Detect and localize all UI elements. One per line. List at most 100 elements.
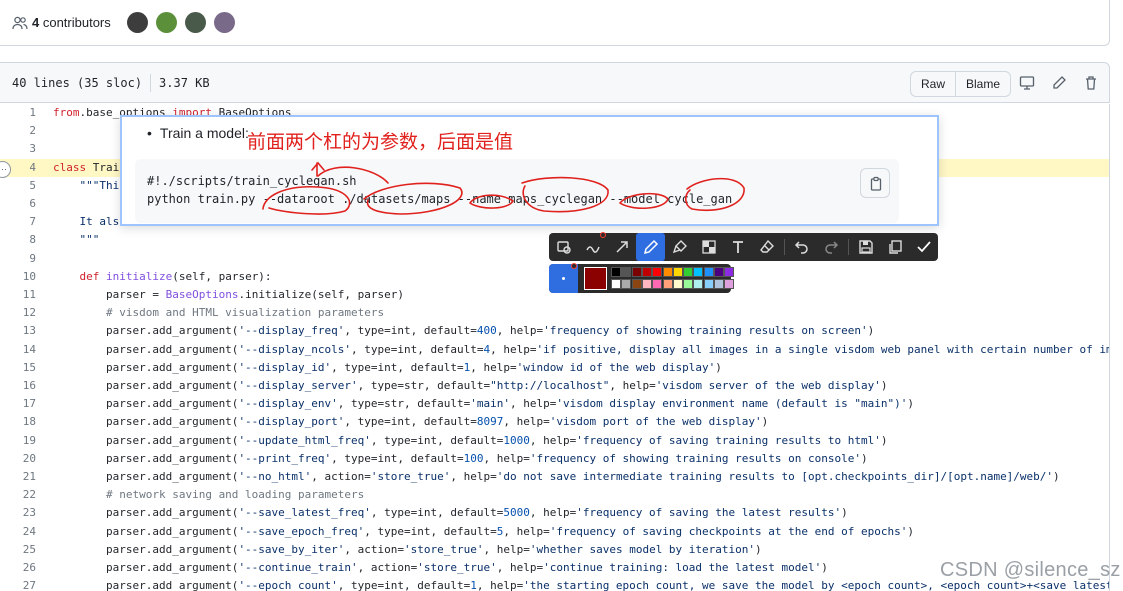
color-swatch[interactable] [662, 278, 673, 289]
code-text: parser.add_argument('--update_html_freq'… [53, 433, 888, 447]
file-header: 40 lines (35 sloc) 3.37 KB Raw Blame [0, 62, 1110, 103]
color-swatch[interactable] [641, 278, 652, 289]
line-number[interactable]: 26 [0, 559, 36, 577]
eraser-tool[interactable] [752, 233, 781, 261]
color-swatch[interactable] [621, 278, 632, 289]
color-swatch[interactable] [693, 267, 704, 277]
marker-tool[interactable] [665, 233, 694, 261]
clipboard-icon [870, 176, 882, 191]
popup-bullet: Train a model: [147, 125, 249, 141]
eraser-icon [760, 239, 774, 253]
line-number[interactable]: 3 [0, 140, 36, 158]
code-text: # network saving and loading parameters [53, 488, 365, 502]
copy-button[interactable] [860, 168, 890, 198]
color-swatch[interactable] [703, 267, 714, 277]
copy-tool-button[interactable] [880, 233, 909, 261]
code-text: parser.add_argument('--save_latest_freq'… [53, 506, 848, 520]
mosaic-tool[interactable] [694, 233, 723, 261]
line-number[interactable]: 2 [0, 122, 36, 140]
line-number[interactable]: 17 [0, 395, 36, 413]
code-line: 15 parser.add_argument('--display_id', t… [0, 359, 1109, 377]
line-number[interactable]: 23 [0, 504, 36, 522]
color-swatch[interactable] [703, 278, 714, 289]
color-swatch[interactable] [724, 267, 735, 277]
desktop-icon[interactable] [1019, 75, 1035, 91]
annotation-toolbar [549, 232, 938, 261]
color-swatch[interactable] [621, 267, 632, 277]
save-icon [859, 240, 873, 254]
line-number[interactable]: 8 [0, 231, 36, 249]
color-swatch[interactable] [693, 278, 704, 289]
color-swatch[interactable] [714, 267, 724, 277]
color-swatch[interactable] [652, 278, 663, 289]
color-swatch[interactable] [724, 278, 735, 289]
color-swatch[interactable] [611, 267, 621, 277]
code-text: parser.add_argument('--display_server', … [53, 379, 888, 392]
code-text: parser.add_argument('--display_env', typ… [53, 397, 914, 411]
check-icon [917, 241, 931, 253]
line-number[interactable]: 10 [0, 268, 36, 286]
line-number[interactable]: 27 [0, 577, 36, 591]
line-number[interactable]: 24 [0, 523, 36, 541]
undo-button[interactable] [787, 233, 816, 261]
readme-popup: Train a model: #!./scripts/train_cyclega… [120, 115, 939, 226]
line-number[interactable]: 21 [0, 468, 36, 486]
pencil-icon[interactable] [1051, 75, 1067, 91]
redo-button[interactable] [816, 233, 845, 261]
line-number[interactable]: 15 [0, 359, 36, 377]
code-text: parser.add_argument('--display_freq', ty… [53, 324, 875, 338]
line-number[interactable]: 9 [0, 250, 36, 268]
color-swatch[interactable] [683, 278, 694, 289]
color-swatch[interactable] [672, 267, 683, 277]
line-number[interactable]: 13 [0, 322, 36, 340]
line-number[interactable]: 18 [0, 413, 36, 431]
avatar[interactable] [126, 12, 148, 33]
pen-tool[interactable] [636, 233, 665, 261]
line-number[interactable]: 14 [0, 341, 36, 359]
popup-code-block: #!./scripts/train_cyclegan.sh python tra… [135, 159, 899, 223]
color-swatch[interactable] [714, 278, 724, 289]
undo-icon [794, 241, 808, 254]
line-number[interactable]: 6 [0, 195, 36, 213]
avatar[interactable] [184, 12, 206, 33]
line-number[interactable]: 5 [0, 177, 36, 195]
arrow-tool[interactable] [607, 233, 636, 261]
line-number[interactable]: 22 [0, 486, 36, 504]
text-tool[interactable] [723, 233, 752, 261]
blame-button[interactable]: Blame [955, 72, 1010, 96]
color-swatch[interactable] [631, 267, 642, 277]
code-line: 18 parser.add_argument('--display_port',… [0, 413, 1109, 431]
code-text: parser.add_argument('--display_port', ty… [53, 415, 769, 429]
line-number[interactable]: 11 [0, 286, 36, 304]
color-swatch[interactable] [611, 278, 621, 289]
code-line: 25 parser.add_argument('--save_by_iter',… [0, 541, 1109, 559]
raw-button[interactable]: Raw [911, 72, 955, 96]
current-color[interactable] [584, 267, 607, 290]
line-number[interactable]: 7 [0, 213, 36, 231]
mosaic-icon [702, 240, 716, 254]
avatar[interactable] [213, 12, 235, 33]
trash-icon[interactable] [1083, 75, 1099, 91]
line-number[interactable]: 20 [0, 450, 36, 468]
color-swatch[interactable] [662, 267, 673, 277]
line-number[interactable]: 12 [0, 304, 36, 322]
color-swatch[interactable] [631, 278, 642, 289]
rectangle-tool[interactable] [549, 233, 578, 261]
contributors-count[interactable]: 4 contributors [32, 15, 111, 30]
avatar[interactable] [155, 12, 177, 33]
color-palette [549, 263, 735, 293]
pen-icon [643, 239, 659, 255]
line-number[interactable]: 19 [0, 432, 36, 450]
line-number[interactable]: 1 [0, 104, 36, 122]
save-button[interactable] [851, 233, 880, 261]
color-swatch[interactable] [672, 278, 683, 289]
line-number[interactable]: 16 [0, 377, 36, 395]
color-swatch[interactable] [683, 267, 694, 277]
code-text: class Trai [53, 160, 120, 174]
color-swatch[interactable] [641, 267, 652, 277]
line-number[interactable]: 25 [0, 541, 36, 559]
confirm-button[interactable] [909, 233, 938, 261]
code-line: 13 parser.add_argument('--display_freq',… [0, 322, 1109, 340]
color-swatch[interactable] [652, 267, 663, 277]
toolbar-divider [848, 239, 849, 255]
